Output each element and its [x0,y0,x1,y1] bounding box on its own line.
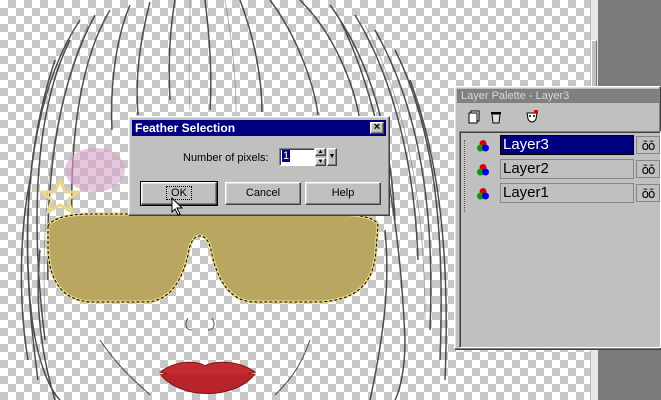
rgb-layer-icon [477,188,489,200]
rgb-layer-icon [477,140,489,152]
pixels-label-text: Number of pixels: [183,152,269,164]
spin-up-icon[interactable]: ▲ [315,148,326,156]
pixels-label: Number of pixels: [183,152,269,164]
palette-toolbar [459,107,656,129]
layer-palette: Layer Palette - Layer3 Layer3 õõ Layer2 … [454,86,661,350]
dialog-titlebar[interactable]: Feather Selection × [132,120,386,136]
pixels-value: 1 [282,150,291,162]
new-layer-icon[interactable] [467,110,481,124]
mask-icon[interactable] [525,110,539,124]
layer-list: Layer3 õõ Layer2 õõ Layer1 õõ [459,131,661,348]
palette-title: Layer Palette - Layer3 [461,90,570,102]
layer-name-button[interactable]: Layer2 [500,159,634,179]
visibility-toggle-icon[interactable]: õõ [636,136,660,154]
visibility-toggle-icon[interactable]: õõ [636,160,660,178]
layer-name-button[interactable]: Layer3 [500,135,634,155]
visibility-toggle-icon[interactable]: õõ [636,184,660,202]
dialog-title: Feather Selection [135,121,236,135]
layer-name-button[interactable]: Layer1 [500,183,634,203]
rgb-layer-icon [477,164,489,176]
spin-down-icon[interactable]: ▼ [315,158,326,166]
help-label: Help [331,187,355,199]
pixels-input[interactable]: 1 [279,148,315,166]
pixels-spinner[interactable]: ▲ ▼ [315,148,326,166]
close-button[interactable]: × [370,122,384,134]
help-button[interactable]: Help [305,182,381,205]
layer-row-layer1[interactable]: Layer1 õõ [466,182,661,204]
mouse-cursor-icon [171,197,184,216]
cancel-label: Cancel [245,187,281,199]
feather-selection-dialog: Feather Selection × Number of pixels: 1 … [128,116,390,216]
cancel-button[interactable]: Cancel [225,182,301,205]
pixels-dropdown-icon[interactable]: ▼ [327,148,337,166]
close-icon: × [373,121,381,133]
palette-titlebar[interactable]: Layer Palette - Layer3 [457,89,660,103]
delete-layer-icon[interactable] [489,110,503,124]
layer-row-layer3[interactable]: Layer3 õõ [466,134,661,156]
layer-row-layer2[interactable]: Layer2 õõ [466,158,661,180]
